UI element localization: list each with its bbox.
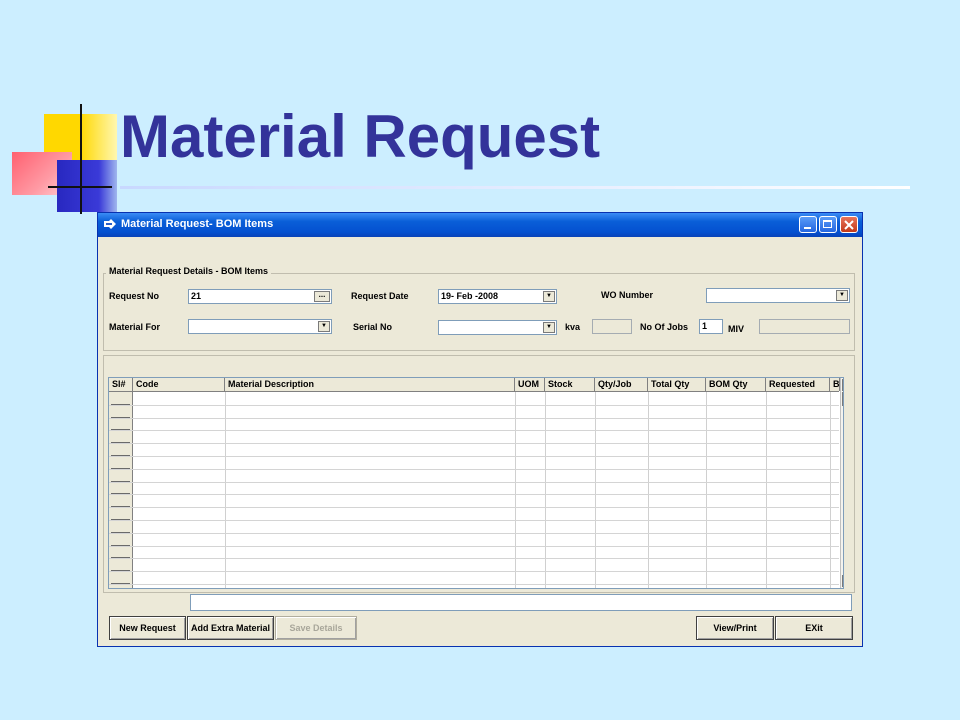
table-row[interactable] [109, 571, 839, 573]
row-header-cell[interactable] [111, 403, 130, 405]
table-row[interactable] [109, 417, 839, 419]
title-underline [120, 186, 910, 189]
request-no-lookup-button[interactable]: ... [314, 291, 330, 302]
details-legend: Material Request Details - BOM Items [106, 266, 272, 276]
no-of-jobs-field[interactable]: 1 [699, 319, 723, 334]
request-no-value: 21 [191, 291, 202, 301]
column-header[interactable]: Requested [766, 378, 830, 391]
scroll-down-icon[interactable]: ▼ [842, 575, 843, 587]
table-row[interactable] [109, 520, 839, 521]
window-title: Material Request- BOM Items [121, 218, 274, 230]
maximize-button[interactable] [819, 216, 837, 233]
deco-horizontal-line [48, 186, 112, 188]
column-header[interactable]: UOM [515, 378, 545, 391]
request-no-label: Request No [109, 291, 160, 301]
chevron-down-icon[interactable]: ▼ [318, 321, 330, 332]
row-header-cell[interactable] [111, 583, 130, 584]
kva-field[interactable] [592, 319, 632, 334]
table-row[interactable] [109, 481, 839, 483]
row-header-cell[interactable] [111, 416, 130, 418]
row-header-cell[interactable] [111, 455, 130, 456]
table-row[interactable] [109, 584, 839, 585]
wo-number-label: WO Number [601, 290, 654, 300]
table-row[interactable] [109, 430, 839, 432]
table-row[interactable] [109, 404, 839, 406]
row-header-cell[interactable] [111, 570, 130, 572]
table-row[interactable] [109, 532, 839, 534]
request-no-field[interactable]: 21 ... [188, 289, 332, 304]
request-date-value: 19- Feb -2008 [441, 291, 499, 301]
wo-number-combo[interactable]: ▼ [706, 288, 850, 303]
grid-vertical-scrollbar[interactable]: ▲ ▼ [840, 378, 843, 588]
column-header[interactable]: BOM Qty [706, 378, 766, 391]
scroll-thumb[interactable] [842, 392, 843, 406]
no-of-jobs-value: 1 [702, 321, 708, 331]
table-row[interactable] [109, 456, 839, 457]
chevron-down-icon[interactable]: ▼ [543, 291, 555, 302]
grid-header: Sl# Code Material Description UOM Stock … [109, 378, 840, 392]
row-header-cell[interactable] [111, 429, 130, 431]
row-header-cell[interactable] [111, 506, 130, 508]
row-header-cell[interactable] [111, 493, 130, 495]
column-header[interactable]: Stock [545, 378, 595, 391]
close-icon [844, 220, 854, 230]
app-icon [103, 218, 117, 232]
column-header[interactable]: Total Qty [648, 378, 706, 391]
table-row[interactable] [109, 443, 839, 445]
column-header[interactable]: B [830, 378, 840, 391]
add-extra-material-button[interactable]: Add Extra Material [187, 616, 274, 640]
miv-label: MIV [728, 324, 745, 334]
row-header-cell[interactable] [111, 557, 130, 559]
table-row[interactable] [109, 545, 839, 547]
no-of-jobs-label: No Of Jobs [640, 322, 689, 332]
view-print-button[interactable]: View/Print [696, 616, 774, 640]
serial-no-combo[interactable]: ▼ [438, 320, 557, 335]
exit-button[interactable]: EXit [775, 616, 853, 640]
kva-label: kva [565, 322, 581, 332]
row-header-cell[interactable] [111, 480, 130, 482]
material-for-combo[interactable]: ▼ [188, 319, 332, 334]
status-field[interactable] [190, 594, 852, 611]
miv-field[interactable] [759, 319, 850, 334]
chevron-down-icon[interactable]: ▼ [543, 322, 555, 333]
status-left-panel [106, 594, 186, 611]
row-header-cell[interactable] [111, 442, 130, 444]
request-date-label: Request Date [351, 291, 409, 301]
row-header-cell[interactable] [111, 519, 130, 520]
column-header[interactable]: Code [133, 378, 225, 391]
request-date-field[interactable]: 19- Feb -2008 ▼ [438, 289, 557, 304]
table-row[interactable] [109, 558, 839, 560]
material-request-window: Material Request- BOM Items Material Req… [97, 212, 863, 647]
slide-title: Material Request [120, 103, 601, 170]
details-groupbox [103, 273, 855, 351]
table-row[interactable] [109, 494, 839, 496]
save-details-button[interactable]: Save Details [275, 616, 357, 640]
material-for-label: Material For [109, 322, 161, 332]
new-request-button[interactable]: New Request [109, 616, 186, 640]
minimize-button[interactable] [799, 216, 817, 233]
column-header[interactable]: Sl# [109, 378, 133, 391]
scroll-up-icon[interactable]: ▲ [842, 379, 843, 391]
deco-vertical-line [80, 104, 82, 214]
table-row[interactable] [109, 468, 839, 470]
serial-no-label: Serial No [353, 322, 393, 332]
row-header-cell[interactable] [111, 531, 130, 533]
window-titlebar[interactable]: Material Request- BOM Items [98, 213, 862, 237]
chevron-down-icon[interactable]: ▼ [836, 290, 848, 301]
row-header-cell[interactable] [111, 467, 130, 469]
row-header-cell[interactable] [111, 544, 130, 546]
bom-items-grid[interactable]: Sl# Code Material Description UOM Stock … [108, 377, 844, 589]
column-header[interactable]: Material Description [225, 378, 515, 391]
column-header[interactable]: Qty/Job [595, 378, 648, 391]
table-row[interactable] [109, 507, 839, 509]
close-button[interactable] [840, 216, 858, 233]
